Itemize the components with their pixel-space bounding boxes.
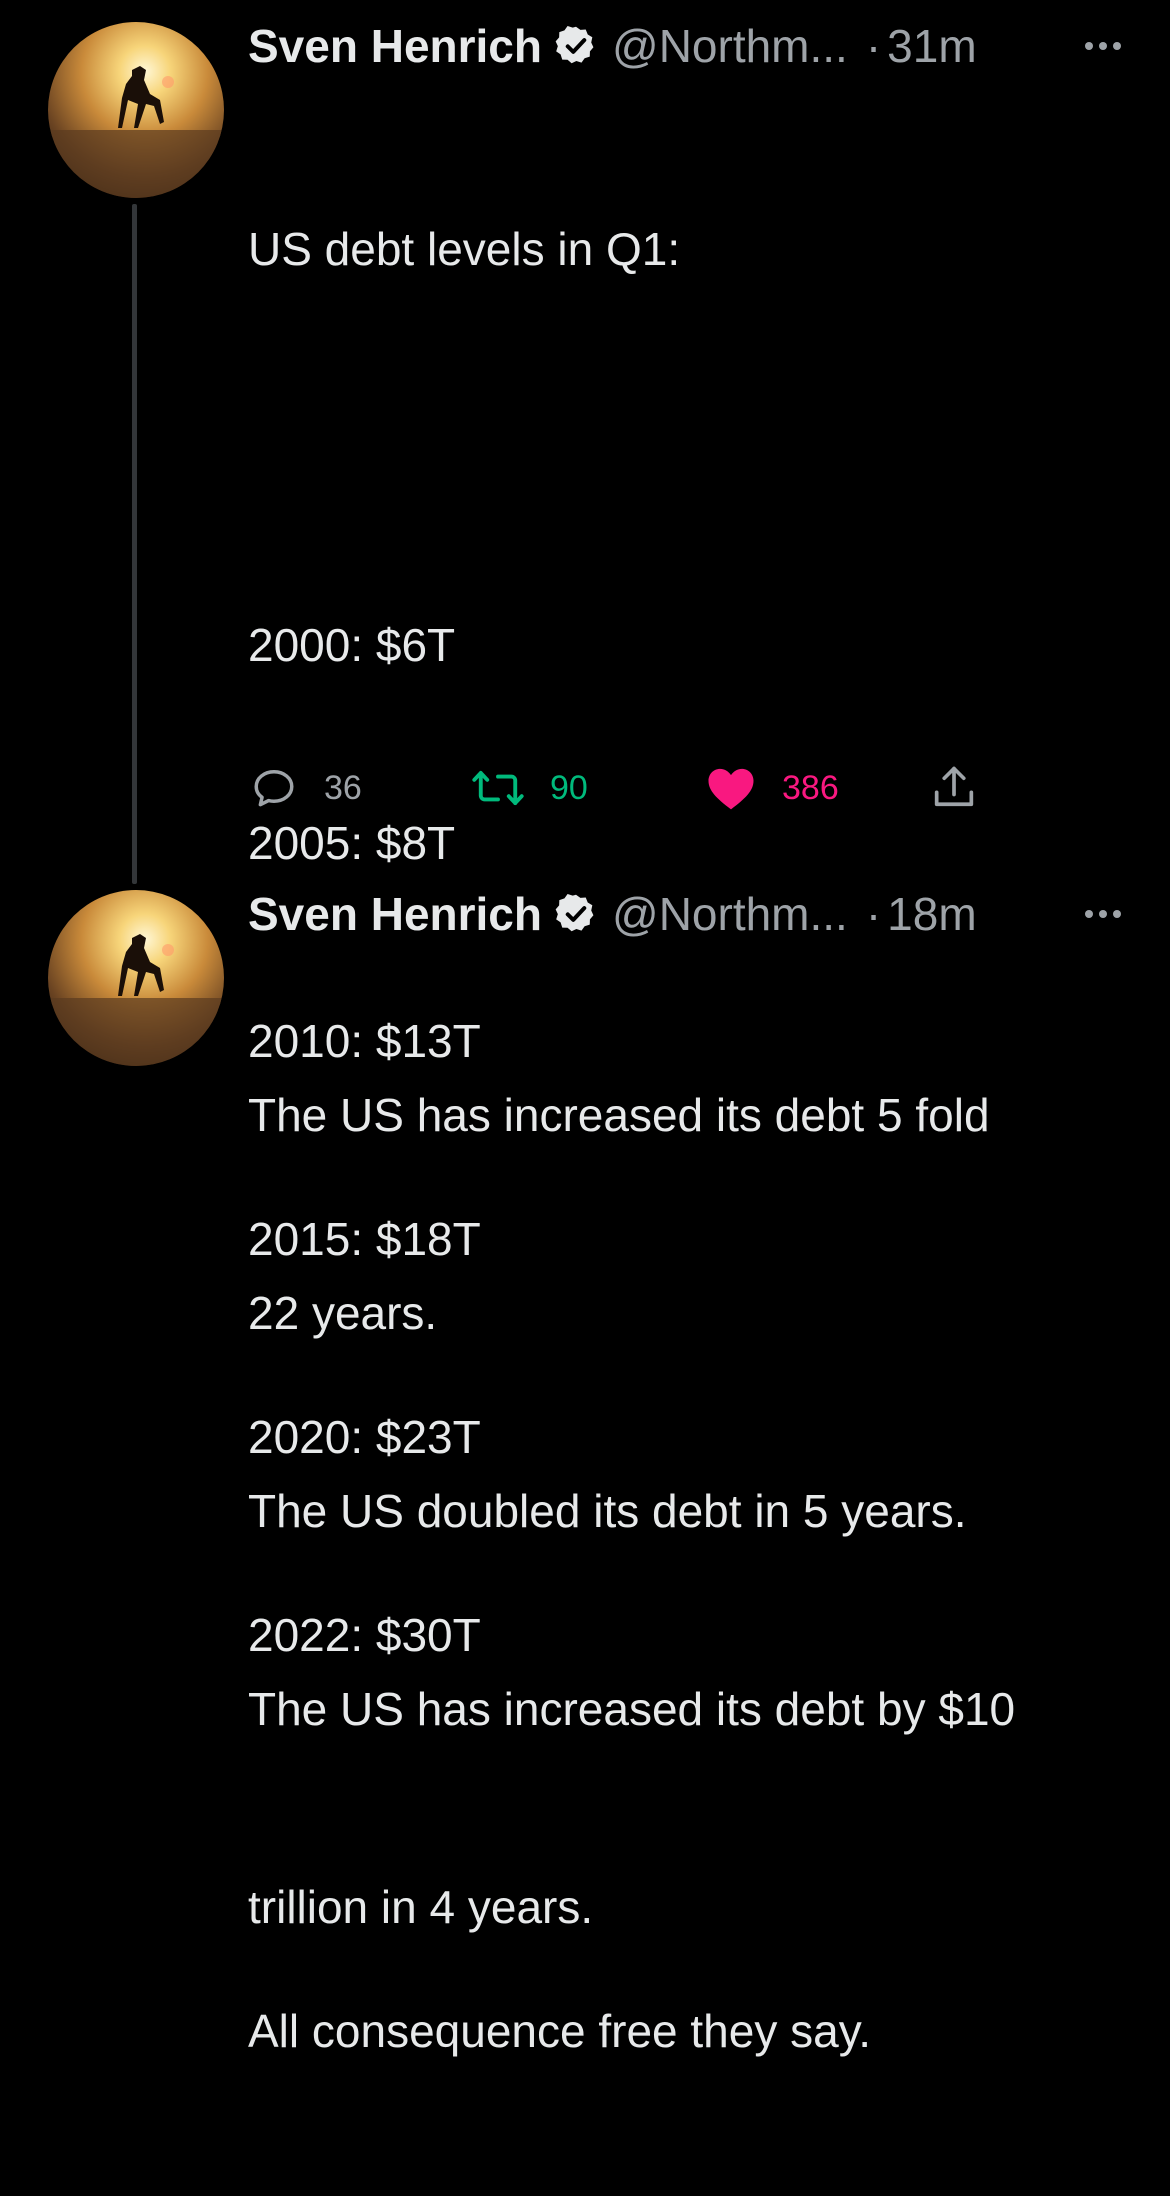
retweet-icon	[472, 770, 524, 806]
tweet-header: Sven Henrich @Northm... · 31m	[248, 16, 977, 76]
timestamp[interactable]: 31m	[887, 19, 976, 73]
timestamp[interactable]: 18m	[887, 887, 976, 941]
share-button[interactable]	[928, 760, 980, 816]
like-button[interactable]: 386	[704, 760, 839, 816]
author-name[interactable]: Sven Henrich	[248, 19, 542, 73]
retweet-button[interactable]: 90	[470, 760, 588, 816]
tweet-1[interactable]: Sven Henrich @Northm... · 31m US debt le…	[0, 0, 1170, 2057]
separator-dot: ·	[865, 888, 882, 940]
avatar-image	[48, 22, 224, 198]
verified-badge-icon	[555, 894, 594, 932]
tweet-text-line: trillion in 4 years.	[248, 1881, 594, 1933]
tweet-text-line: 2005: $8T	[248, 817, 456, 869]
author-handle[interactable]: @Northm...	[612, 19, 848, 73]
tweet-2[interactable]: Sven Henrich @Northm... · 18m The US has…	[0, 880, 1170, 1933]
tweet-text-line: The US doubled its debt in 5 years.	[248, 1485, 967, 1537]
tweet-header: Sven Henrich @Northm... · 18m	[248, 884, 977, 944]
share-icon	[934, 766, 974, 807]
avatar[interactable]	[48, 890, 224, 1066]
author-name[interactable]: Sven Henrich	[248, 887, 542, 941]
tweet-text-line	[248, 414, 871, 480]
reply-icon	[254, 770, 294, 807]
reply-button[interactable]: 36	[248, 760, 362, 816]
tweet-actions: 36 90 386	[248, 760, 1008, 816]
heart-icon	[708, 768, 754, 810]
verified-badge-icon	[555, 26, 594, 64]
tweet-text-line: The US has increased its debt by $10	[248, 1683, 1016, 1735]
tweet-text-line: The US has increased its debt 5 fold	[248, 1089, 990, 1141]
tweet-text-line: US debt levels in Q1:	[248, 223, 681, 275]
avatar[interactable]	[48, 22, 224, 198]
tweet-text: The US has increased its debt 5 fold 22 …	[248, 950, 1015, 2072]
tweet-text-line: 2000: $6T	[248, 619, 456, 671]
thread-connector-line	[132, 204, 137, 884]
more-options-icon[interactable]	[1082, 16, 1124, 76]
tweet-text-line: 22 years.	[248, 1287, 438, 1339]
author-handle[interactable]: @Northm...	[612, 887, 848, 941]
like-count: 386	[782, 768, 839, 807]
retweet-count: 90	[550, 768, 588, 807]
avatar-image	[48, 890, 224, 1066]
separator-dot: ·	[865, 20, 882, 72]
more-options-icon[interactable]	[1082, 884, 1124, 944]
reply-count: 36	[324, 768, 362, 807]
